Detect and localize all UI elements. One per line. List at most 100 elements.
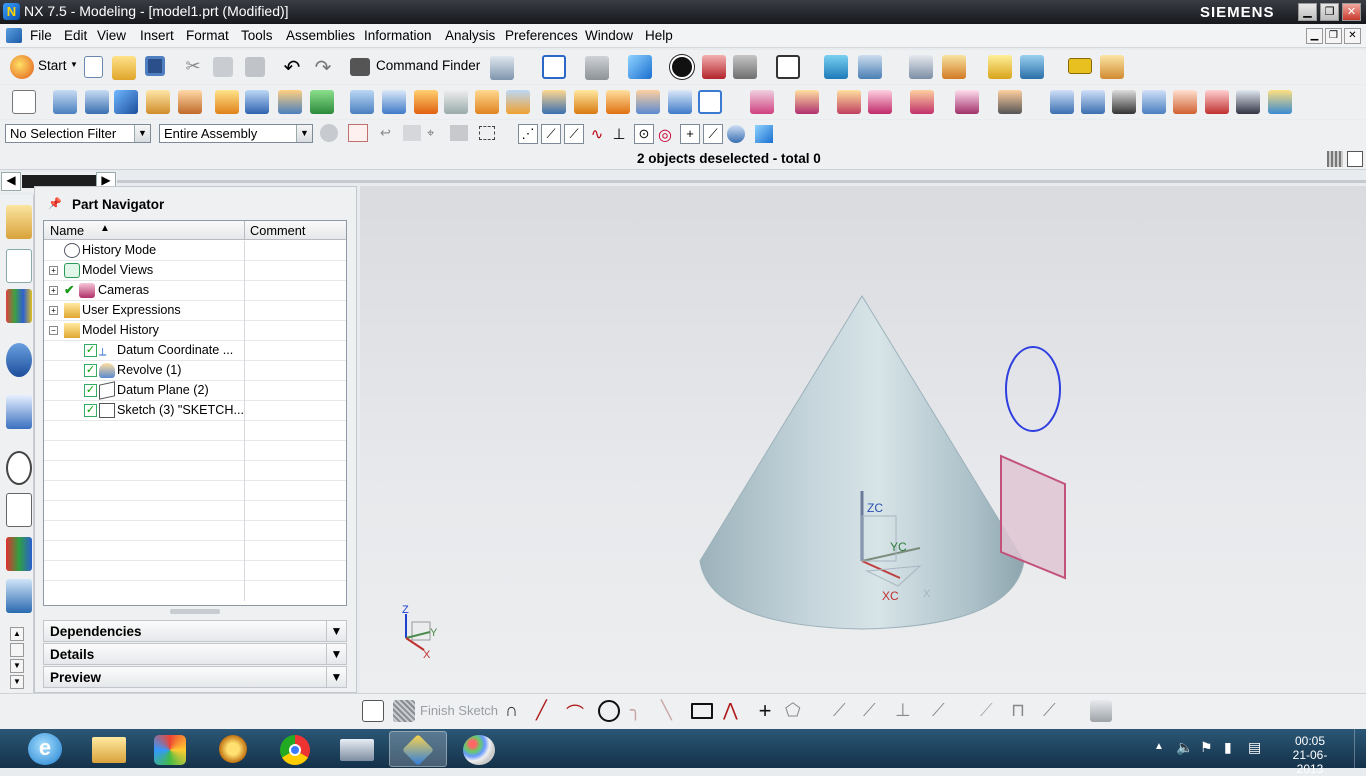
auto-constrain-icon[interactable]: ⟋ xyxy=(1043,700,1067,724)
menu-edit[interactable]: Edit xyxy=(64,28,87,43)
snap-end-point-icon[interactable]: ⟋ xyxy=(541,124,561,144)
sequence-icon[interactable] xyxy=(998,90,1022,114)
surface-grid-icon[interactable] xyxy=(1081,90,1105,114)
collapse-icon[interactable]: − xyxy=(49,326,58,335)
roles-icon[interactable] xyxy=(6,579,32,613)
analysis-icon[interactable] xyxy=(988,55,1012,79)
pin-icon[interactable]: 📌 xyxy=(48,197,62,210)
show-hidden-icons-icon[interactable]: ▲ xyxy=(1154,741,1164,752)
dependencies-section[interactable]: Dependencies ▼ xyxy=(43,620,347,642)
column-name-header[interactable]: Name xyxy=(50,223,84,238)
ruler-icon[interactable] xyxy=(1068,58,1092,74)
new-component-icon[interactable] xyxy=(795,90,819,114)
grid-icon[interactable] xyxy=(1327,151,1343,167)
type-filter-icon[interactable] xyxy=(320,124,338,142)
network-icon[interactable]: ▤ xyxy=(1248,739,1261,756)
snap-existing-point-icon[interactable]: + xyxy=(680,124,700,144)
explode-icon[interactable] xyxy=(955,90,979,114)
command-finder-button[interactable]: Command Finder xyxy=(376,58,480,73)
tree-row[interactable]: ✓ Sketch (3) "SKETCH... xyxy=(44,401,346,421)
quick-trim-icon[interactable]: ⟋ xyxy=(833,700,857,724)
snap-curve-icon[interactable]: ∿ xyxy=(588,125,606,143)
snap-bounded-icon[interactable] xyxy=(755,125,773,143)
details-section[interactable]: Details ▼ xyxy=(43,643,347,665)
tree-row[interactable]: ✓ Datum Plane (2) xyxy=(44,381,346,401)
start-button[interactable]: Start xyxy=(38,58,67,73)
start-dropdown-icon[interactable]: ▼ xyxy=(70,60,78,69)
mate-icon[interactable] xyxy=(837,90,861,114)
orient-view-icon[interactable] xyxy=(585,56,609,80)
tree-row[interactable]: ✓ Revolve (1) xyxy=(44,361,346,381)
start-icon[interactable] xyxy=(10,55,34,79)
expand-icon[interactable]: + xyxy=(49,306,58,315)
nx-menu-icon[interactable] xyxy=(6,28,22,43)
snap-on-curve-icon[interactable]: ⟋ xyxy=(703,124,723,144)
design-tools-icon[interactable] xyxy=(1100,55,1124,79)
internet-explorer-icon[interactable]: e xyxy=(28,733,62,765)
finish-sketch-button[interactable]: Finish Sketch xyxy=(420,703,498,718)
chamfer-icon[interactable] xyxy=(414,90,438,114)
move-object-icon[interactable] xyxy=(858,55,882,79)
trim-body-icon[interactable] xyxy=(350,90,374,114)
tree-row[interactable]: History Mode xyxy=(44,241,346,261)
undo-icon[interactable]: ↶ xyxy=(280,55,304,79)
rectangle-icon[interactable] xyxy=(691,703,713,719)
studio-spline-icon[interactable]: ⋀ xyxy=(723,700,747,724)
tree-row[interactable]: − Model History xyxy=(44,321,346,341)
polygon-icon[interactable]: ⬠ xyxy=(785,700,809,724)
quick-extend-icon[interactable]: ⟋ xyxy=(863,700,887,724)
power-icon[interactable]: ▮ xyxy=(1224,739,1232,756)
point-icon[interactable]: + xyxy=(753,698,777,723)
snap-quadrant-icon[interactable]: ◎ xyxy=(656,125,674,144)
shaded-edges-icon[interactable] xyxy=(670,55,694,79)
part-navigator-icon[interactable] xyxy=(6,249,32,283)
sketch-settings-icon[interactable] xyxy=(1090,700,1112,722)
selection-tools-icon[interactable] xyxy=(490,56,514,80)
hole-icon[interactable] xyxy=(178,90,202,114)
rectangle-select-icon[interactable] xyxy=(479,126,495,140)
fillet-icon[interactable]: ╮ xyxy=(630,700,654,724)
preview-section[interactable]: Preview ▼ xyxy=(43,666,347,688)
menu-preferences[interactable]: Preferences xyxy=(505,28,578,43)
background-icon[interactable] xyxy=(776,55,800,79)
scroll-left-button[interactable]: ◀ xyxy=(1,172,21,191)
cut-icon[interactable]: ✂ xyxy=(181,56,205,80)
paste-icon[interactable] xyxy=(245,57,265,77)
rendering-style-icon[interactable] xyxy=(628,55,652,79)
show-desktop-button[interactable] xyxy=(1354,729,1366,768)
layer-settings-icon[interactable] xyxy=(909,55,933,79)
sew-icon[interactable] xyxy=(1268,90,1292,114)
visibility-checkbox[interactable]: ✓ xyxy=(84,364,97,377)
bounded-plane-icon[interactable] xyxy=(668,90,692,114)
visibility-checkbox[interactable]: ✓ xyxy=(84,404,97,417)
menu-file[interactable]: File xyxy=(30,28,52,43)
close-button[interactable]: ✕ xyxy=(1342,3,1361,21)
doc-minimize-button[interactable]: ▁ xyxy=(1306,28,1323,44)
tree-row[interactable]: ✓ ⟂ Datum Coordinate ... xyxy=(44,341,346,361)
selection-scope-dropdown[interactable]: Entire Assembly ▼ xyxy=(159,124,313,143)
volume-icon[interactable]: 🔈 xyxy=(1176,739,1193,756)
tree-row[interactable]: + Model Views xyxy=(44,261,346,281)
redo-icon[interactable]: ↷ xyxy=(311,55,335,79)
maximize-button[interactable]: ❐ xyxy=(1320,3,1339,21)
sketch-circle[interactable] xyxy=(1005,346,1061,432)
line-icon[interactable]: ╱ xyxy=(536,700,560,724)
shell-icon[interactable] xyxy=(444,90,468,114)
sketch-task-icon[interactable] xyxy=(362,700,384,722)
block-icon[interactable] xyxy=(114,90,138,114)
body-select-icon[interactable] xyxy=(450,125,468,141)
menu-assemblies[interactable]: Assemblies xyxy=(286,28,355,43)
revolve-icon[interactable] xyxy=(85,90,109,114)
cylinder-icon[interactable] xyxy=(146,90,170,114)
hidden-edges-icon[interactable] xyxy=(733,55,757,79)
explorer-task[interactable] xyxy=(80,731,138,767)
feature-select-icon[interactable]: ⌖ xyxy=(427,125,445,141)
full-screen-icon[interactable] xyxy=(1347,151,1363,167)
tree-row[interactable]: + User Expressions xyxy=(44,301,346,321)
rail-scroll-up-button[interactable]: ▲ xyxy=(10,627,24,641)
through-curves-icon[interactable] xyxy=(636,90,660,114)
snap-center-icon[interactable]: ⊙ xyxy=(634,124,654,144)
web-browser-icon[interactable] xyxy=(6,395,32,429)
snap-endpoint-icon[interactable]: ⋰ xyxy=(518,124,538,144)
network-task[interactable] xyxy=(328,731,386,767)
